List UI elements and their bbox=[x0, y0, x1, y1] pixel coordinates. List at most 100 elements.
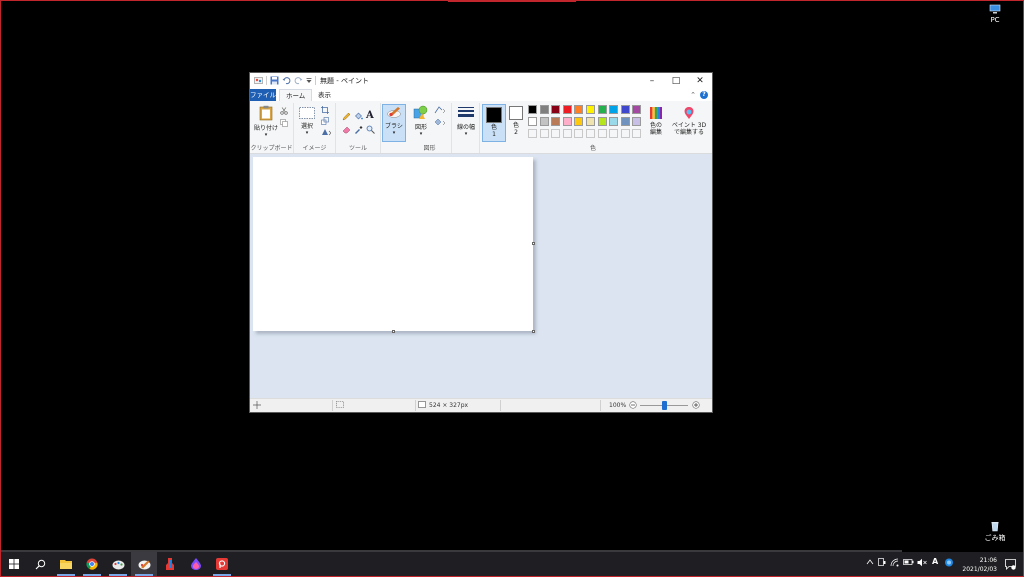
taskbar-app-red[interactable] bbox=[209, 552, 235, 576]
desktop-icon-recycle-bin-label: ごみ箱 bbox=[984, 534, 1006, 542]
resize-icon[interactable] bbox=[321, 117, 329, 127]
group-clipboard-label: クリップボード bbox=[250, 145, 293, 152]
cut-icon[interactable] bbox=[280, 107, 288, 117]
palette-swatch[interactable] bbox=[574, 117, 584, 126]
taskbar-app-drop[interactable] bbox=[183, 552, 209, 576]
palette-swatch[interactable] bbox=[632, 117, 642, 126]
palette-swatch[interactable] bbox=[609, 129, 619, 138]
palette-swatch[interactable] bbox=[586, 105, 595, 114]
palette-swatch[interactable] bbox=[632, 129, 642, 138]
resize-handle-corner[interactable] bbox=[532, 330, 535, 333]
action-center-button[interactable] bbox=[997, 552, 1023, 576]
undo-icon[interactable] bbox=[282, 76, 291, 85]
palette-swatch[interactable] bbox=[562, 117, 572, 126]
palette-swatch[interactable] bbox=[528, 117, 537, 126]
start-button[interactable] bbox=[1, 552, 27, 576]
color-picker-icon[interactable] bbox=[354, 125, 363, 136]
onedrive-icon[interactable] bbox=[944, 558, 954, 569]
pencil-icon[interactable] bbox=[342, 112, 351, 123]
tab-view[interactable]: 表示 bbox=[312, 89, 337, 101]
collapse-ribbon-icon[interactable]: ⌃ bbox=[690, 91, 696, 99]
color1-button[interactable]: 色 1 bbox=[482, 104, 506, 142]
drawing-canvas[interactable] bbox=[253, 157, 533, 331]
paste-button[interactable]: 貼り付け ▾ bbox=[253, 105, 279, 138]
palette-swatch[interactable] bbox=[597, 105, 607, 114]
palette-swatch[interactable] bbox=[586, 129, 595, 138]
window-title: 無題 - ペイント bbox=[320, 77, 369, 85]
resize-handle-bottom[interactable] bbox=[392, 330, 395, 333]
palette-swatch[interactable] bbox=[539, 117, 549, 126]
palette-swatch[interactable] bbox=[574, 105, 584, 114]
palette-swatch[interactable] bbox=[620, 105, 630, 114]
customize-qat-icon[interactable] bbox=[306, 76, 312, 85]
palette-swatch[interactable] bbox=[620, 129, 630, 138]
color2-swatch bbox=[509, 106, 523, 120]
palette-swatch[interactable] bbox=[551, 129, 561, 138]
help-icon[interactable]: ? bbox=[700, 91, 708, 99]
magnifier-icon[interactable] bbox=[366, 125, 375, 136]
palette-swatch[interactable] bbox=[528, 105, 537, 114]
text-tool-icon[interactable]: A bbox=[366, 110, 374, 121]
save-icon[interactable] bbox=[270, 76, 279, 85]
resize-handle-right[interactable] bbox=[532, 242, 535, 245]
clock[interactable]: 21:06 2021/02/03 bbox=[962, 556, 997, 574]
palette-swatch[interactable] bbox=[597, 117, 607, 126]
select-button[interactable]: 選択 ▾ bbox=[297, 107, 317, 136]
taskbar-paint-app[interactable] bbox=[105, 552, 131, 576]
size-button[interactable]: 線の幅 ▾ bbox=[454, 106, 478, 137]
redo-icon[interactable] bbox=[294, 76, 303, 85]
palette-swatch[interactable] bbox=[551, 117, 561, 126]
taskbar-chrome[interactable] bbox=[79, 552, 105, 576]
rotate-icon[interactable] bbox=[321, 128, 332, 138]
desktop-icon-recycle-bin[interactable]: ごみ箱 bbox=[981, 521, 1009, 543]
palette-swatch[interactable] bbox=[528, 129, 537, 138]
zoom-slider-thumb[interactable] bbox=[661, 401, 667, 410]
battery-icon[interactable] bbox=[903, 559, 914, 567]
zoom-percent: 100% bbox=[609, 402, 627, 409]
volume-muted-icon[interactable] bbox=[917, 558, 927, 569]
maximize-button[interactable]: □ bbox=[664, 73, 688, 89]
brush-button[interactable]: ブラシ ▾ bbox=[382, 104, 406, 142]
color2-button[interactable]: 色 2 bbox=[507, 105, 525, 136]
paint3d-button[interactable]: ペイント 3D で編集する bbox=[671, 106, 707, 136]
palette-swatch[interactable] bbox=[539, 129, 549, 138]
palette-swatch[interactable] bbox=[620, 117, 630, 126]
palette-swatch[interactable] bbox=[597, 129, 607, 138]
palette-swatch[interactable] bbox=[632, 105, 642, 114]
fill-bucket-icon[interactable] bbox=[354, 112, 363, 123]
taskbar-explorer[interactable] bbox=[53, 552, 79, 576]
palette-swatch[interactable] bbox=[609, 105, 619, 114]
crop-icon[interactable] bbox=[321, 106, 329, 116]
canvas-workspace[interactable] bbox=[250, 154, 712, 398]
palette-swatch[interactable] bbox=[539, 105, 549, 114]
input-device-icon[interactable] bbox=[878, 558, 886, 569]
zoom-out-button[interactable] bbox=[629, 401, 637, 411]
computer-icon bbox=[989, 4, 1001, 14]
palette-swatch[interactable] bbox=[586, 117, 595, 126]
copy-icon[interactable] bbox=[280, 119, 288, 129]
show-hidden-icons-icon[interactable] bbox=[866, 558, 874, 568]
taskbar-app-tool[interactable] bbox=[157, 552, 183, 576]
tab-file[interactable]: ファイル bbox=[250, 89, 276, 101]
recycle-bin-icon bbox=[991, 522, 999, 532]
palette-swatch[interactable] bbox=[562, 129, 572, 138]
palette-swatch[interactable] bbox=[574, 129, 584, 138]
zoom-in-button[interactable] bbox=[692, 401, 700, 411]
ime-indicator[interactable]: A bbox=[932, 557, 938, 566]
close-button[interactable]: ✕ bbox=[688, 73, 712, 89]
fill-icon[interactable] bbox=[434, 118, 446, 128]
minimize-button[interactable]: – bbox=[640, 73, 664, 89]
palette-swatch[interactable] bbox=[562, 105, 572, 114]
edit-colors-button[interactable]: 色の 編集 bbox=[646, 106, 666, 136]
edit-colors-label: 色の 編集 bbox=[649, 122, 662, 136]
desktop-icon-pc[interactable]: PC bbox=[984, 4, 1006, 24]
outline-icon[interactable] bbox=[434, 106, 446, 116]
palette-swatch[interactable] bbox=[551, 105, 561, 114]
ribbon-tabs: ファイル ホーム 表示 ⌃ ? bbox=[250, 89, 712, 102]
palette-swatch[interactable] bbox=[609, 117, 619, 126]
taskbar-paint[interactable] bbox=[131, 552, 157, 576]
search-button[interactable] bbox=[27, 552, 53, 576]
eraser-icon[interactable] bbox=[342, 125, 351, 136]
shapes-button[interactable]: 図形 ▾ bbox=[411, 105, 431, 137]
network-icon[interactable] bbox=[890, 558, 899, 569]
